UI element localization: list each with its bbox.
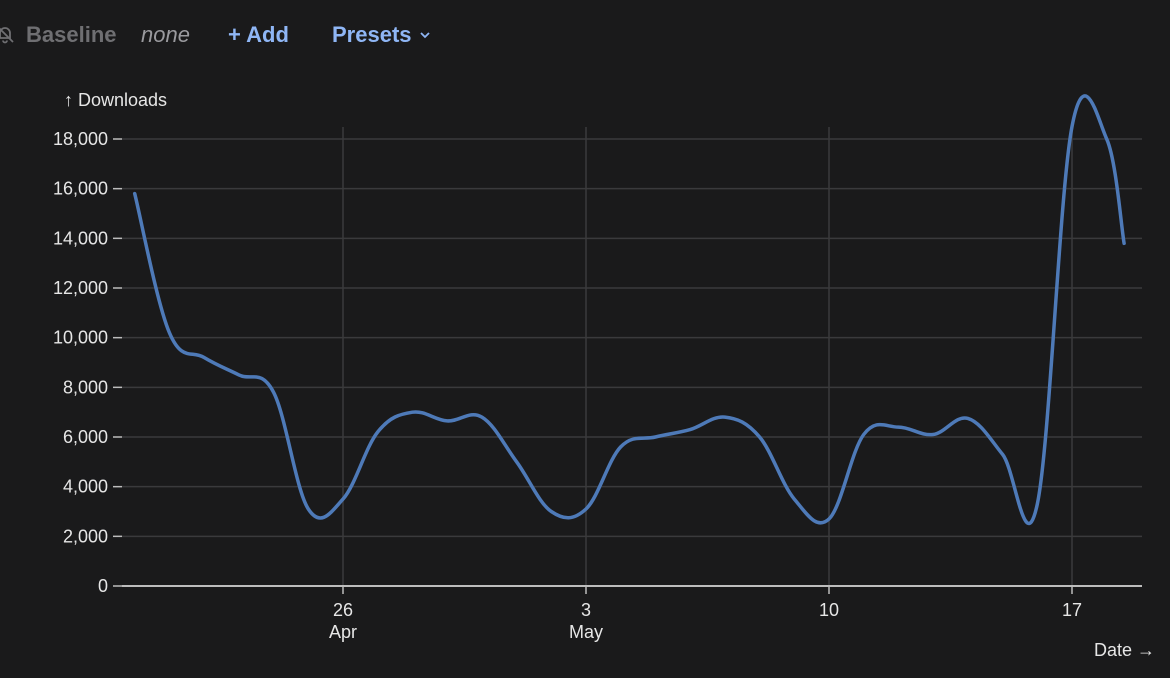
x-tick-sublabel: Apr	[329, 622, 357, 642]
y-tick-label: 4,000	[63, 477, 108, 497]
y-tick-label: 18,000	[53, 129, 108, 149]
series	[132, 94, 1126, 526]
grid	[122, 127, 1142, 586]
y-tick-label: 12,000	[53, 278, 108, 298]
downloads-series-line	[132, 94, 1126, 526]
x-axis-title: Date →	[1094, 640, 1155, 660]
x-tick-label: 26	[333, 600, 353, 620]
y-tick-label: 16,000	[53, 179, 108, 199]
downloads-line-chart: 0 2,000 4,000 6,000 8,000 10,000 12,000 14,000 1…	[53, 90, 1155, 660]
axes: 0 2,000 4,000 6,000 8,000 10,000 12,000 14,000 1…	[53, 129, 1142, 642]
y-tick-label: 0	[98, 576, 108, 596]
y-axis-title: ↑ Downloads	[64, 90, 167, 110]
x-tick-label: 10	[819, 600, 839, 620]
y-tick-label: 6,000	[63, 427, 108, 447]
y-tick-label: 8,000	[63, 377, 108, 397]
x-tick-sublabel: May	[569, 622, 603, 642]
x-tick-label: 17	[1062, 600, 1082, 620]
y-tick-label: 14,000	[53, 228, 108, 248]
y-tick-label: 10,000	[53, 328, 108, 348]
x-tick-label: 3	[581, 600, 591, 620]
y-tick-label: 2,000	[63, 526, 108, 546]
